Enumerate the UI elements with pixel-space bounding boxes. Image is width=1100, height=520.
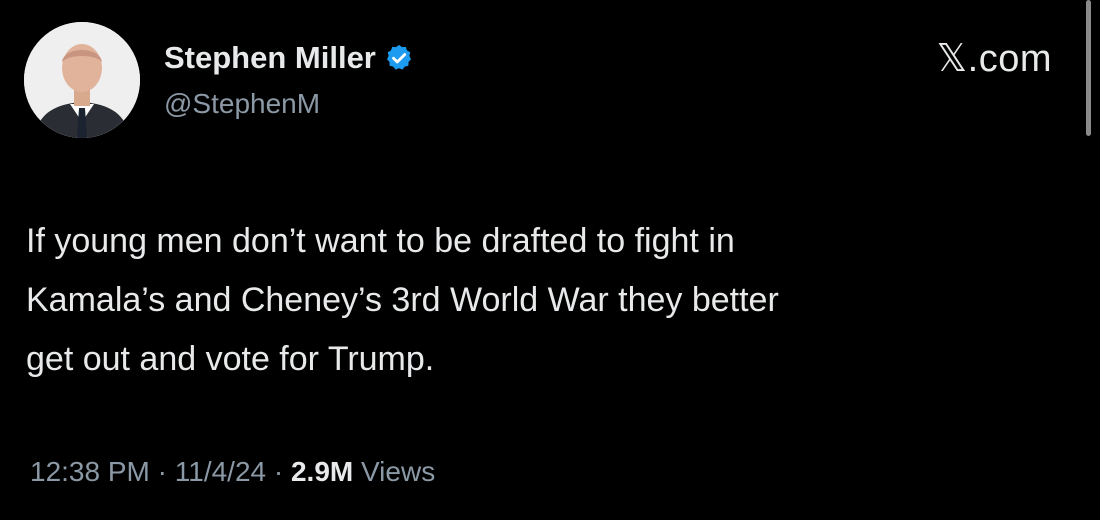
- author-name-row: Stephen Miller: [164, 40, 414, 76]
- tweet-meta: 12:38 PM · 11/4/24 · 2.9M Views: [30, 456, 435, 488]
- tweet-text-line: If young men don’t want to be drafted to…: [26, 222, 735, 260]
- avatar-photo: [24, 22, 140, 138]
- verified-badge-icon[interactable]: [384, 43, 414, 73]
- meta-separator: ·: [149, 456, 175, 487]
- tweet-text-line: Kamala’s and Cheney’s 3rd World War they…: [26, 281, 779, 319]
- tweet-text: If young men don’t want to be drafted to…: [26, 212, 1066, 389]
- author-display-name[interactable]: Stephen Miller: [164, 40, 376, 76]
- tweet-card: Stephen Miller @StephenM 𝕏.com If young …: [0, 0, 1100, 520]
- scrollbar[interactable]: [1086, 0, 1091, 136]
- tweet-text-line: get out and vote for Trump.: [26, 340, 435, 378]
- avatar[interactable]: [24, 22, 140, 138]
- author-handle[interactable]: @StephenM: [164, 88, 320, 120]
- tweet-time[interactable]: 12:38 PM: [30, 456, 150, 487]
- meta-separator: ·: [266, 456, 291, 487]
- views-count[interactable]: 2.9M: [291, 456, 353, 487]
- views-label: Views: [353, 456, 436, 487]
- tweet-date[interactable]: 11/4/24: [175, 456, 266, 487]
- x-logo: 𝕏.com: [936, 38, 1052, 80]
